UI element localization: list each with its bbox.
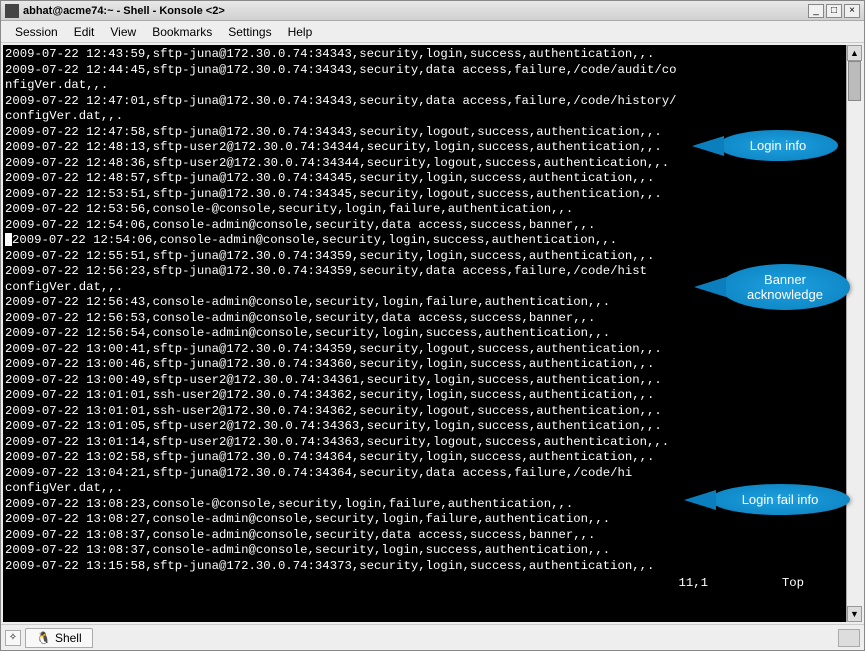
scroll-up-button[interactable]: ▲ <box>847 45 862 61</box>
window-title: abhat@acme74:~ - Shell - Konsole <2> <box>23 5 806 17</box>
terminal[interactable]: 2009-07-22 12:43:59,sftp-juna@172.30.0.7… <box>3 45 846 622</box>
menu-session[interactable]: Session <box>7 23 66 41</box>
scroll-thumb[interactable] <box>848 61 861 101</box>
titlebar[interactable]: abhat@acme74:~ - Shell - Konsole <2> _ □… <box>1 1 864 21</box>
menu-bookmarks[interactable]: Bookmarks <box>144 23 220 41</box>
close-button[interactable]: × <box>844 4 860 18</box>
minimize-button[interactable]: _ <box>808 4 824 18</box>
app-icon <box>5 4 19 18</box>
menu-settings[interactable]: Settings <box>220 23 279 41</box>
new-tab-icon[interactable]: ✧ <box>5 630 21 646</box>
activity-icon[interactable] <box>838 629 860 647</box>
scrollbar[interactable]: ▲ ▼ <box>846 45 862 622</box>
menubar: Session Edit View Bookmarks Settings Hel… <box>1 21 864 43</box>
menu-help[interactable]: Help <box>280 23 321 41</box>
menu-view[interactable]: View <box>102 23 144 41</box>
penguin-icon: 🐧 <box>36 631 51 645</box>
terminal-container: 2009-07-22 12:43:59,sftp-juna@172.30.0.7… <box>1 43 864 624</box>
tab-shell[interactable]: 🐧 Shell <box>25 628 93 648</box>
tab-label: Shell <box>55 631 82 645</box>
statusbar: ✧ 🐧 Shell <box>1 624 864 650</box>
konsole-window: abhat@acme74:~ - Shell - Konsole <2> _ □… <box>0 0 865 651</box>
menu-edit[interactable]: Edit <box>66 23 103 41</box>
maximize-button[interactable]: □ <box>826 4 842 18</box>
scroll-down-button[interactable]: ▼ <box>847 606 862 622</box>
